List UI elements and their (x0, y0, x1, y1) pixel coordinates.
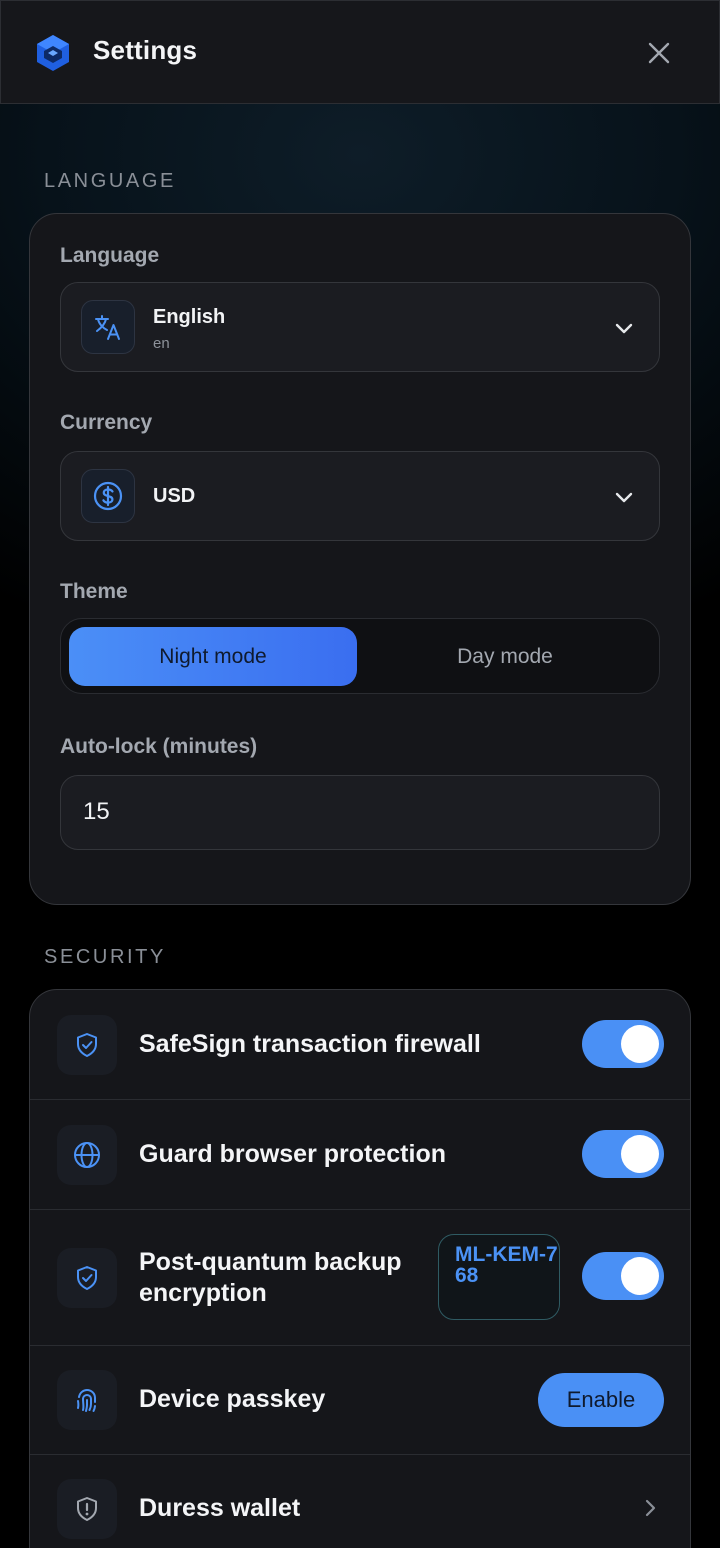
postquantum-label-line1: Post-quantum backup (139, 1248, 402, 1276)
security-row-safesign: SafeSign transaction firewall (30, 990, 690, 1100)
security-card: SafeSign transaction firewall Guard brow… (29, 989, 691, 1548)
autolock-label: Auto-lock (minutes) (60, 735, 258, 758)
duress-label: Duress wallet (139, 1494, 301, 1522)
chevron-right-icon (645, 1499, 656, 1517)
section-label-security: SECURITY (44, 946, 166, 968)
fingerprint-icon (57, 1370, 117, 1430)
close-icon (648, 42, 670, 64)
currency-value: USD (153, 485, 196, 507)
safesign-label: SafeSign transaction firewall (139, 1030, 481, 1058)
postquantum-label: Post-quantum backup encryption (139, 1247, 402, 1309)
translate-icon (81, 300, 135, 354)
settings-screen: Settings LANGUAGE Language English en Cu… (0, 0, 720, 1548)
passkey-label: Device passkey (139, 1385, 326, 1413)
close-button[interactable] (641, 35, 677, 71)
currency-select[interactable]: USD (60, 451, 660, 541)
security-row-postquantum: Post-quantum backup encryption ML-KEM-76… (30, 1210, 690, 1346)
language-label: Language (60, 244, 160, 267)
night-mode-option[interactable]: Night mode (69, 627, 357, 686)
language-code: en (153, 335, 170, 352)
chevron-down-icon (615, 492, 633, 503)
shield-check-icon (57, 1015, 117, 1075)
postquantum-label-line2: encryption (139, 1279, 267, 1307)
guard-label: Guard browser protection (139, 1140, 446, 1168)
security-row-guard: Guard browser protection (30, 1100, 690, 1210)
globe-icon (57, 1125, 117, 1185)
section-label-language: LANGUAGE (44, 170, 176, 192)
page-title: Settings (93, 35, 198, 65)
language-select[interactable]: English en (60, 282, 660, 372)
shield-check-icon (57, 1248, 117, 1308)
guard-toggle[interactable] (582, 1130, 664, 1178)
mlkem-badge: ML-KEM-768 (438, 1234, 560, 1320)
shield-alert-icon (57, 1479, 117, 1539)
header-bar: Settings (0, 0, 720, 104)
postquantum-toggle[interactable] (582, 1252, 664, 1300)
language-value: English (153, 306, 226, 328)
security-row-passkey: Device passkey Enable (30, 1346, 690, 1455)
safesign-toggle[interactable] (582, 1020, 664, 1068)
theme-segmented-control: Night mode Day mode (60, 618, 660, 694)
preferences-card: Language English en Currency USD Theme N… (29, 213, 691, 905)
enable-passkey-button[interactable]: Enable (538, 1373, 664, 1427)
toggle-knob (621, 1135, 659, 1173)
theme-label: Theme (60, 580, 128, 603)
day-mode-option[interactable]: Day mode (361, 627, 649, 686)
security-row-duress[interactable]: Duress wallet (30, 1455, 690, 1548)
autolock-input[interactable]: 15 (60, 775, 660, 850)
currency-label: Currency (60, 411, 153, 434)
dollar-circle-icon (81, 469, 135, 523)
toggle-knob (621, 1025, 659, 1063)
hexagon-logo-icon (37, 35, 69, 71)
chevron-down-icon (615, 323, 633, 334)
toggle-knob (621, 1257, 659, 1295)
